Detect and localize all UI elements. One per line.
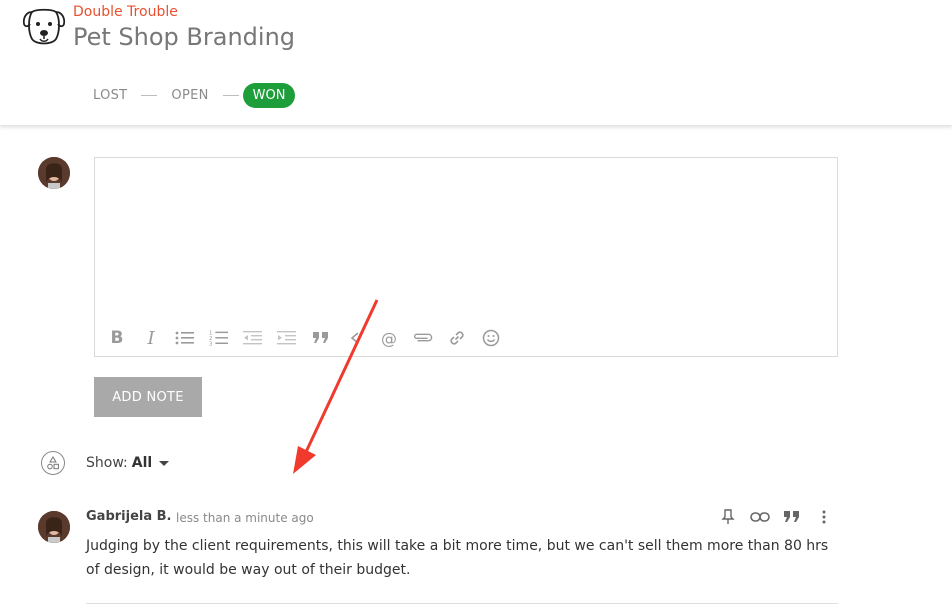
indent-icon[interactable]: [277, 328, 297, 348]
link-icon[interactable]: [750, 507, 770, 527]
link-icon[interactable]: [447, 328, 467, 348]
bold-icon[interactable]: B: [107, 328, 127, 348]
client-name-link[interactable]: Double Trouble: [73, 4, 178, 20]
stage-open[interactable]: OPEN: [171, 88, 208, 103]
quote-icon[interactable]: [782, 507, 802, 527]
user-photo-icon: [38, 511, 70, 543]
note-timestamp: less than a minute ago: [176, 511, 314, 525]
stage-won[interactable]: WON: [242, 82, 296, 108]
code-icon[interactable]: [345, 328, 365, 348]
stage-lost[interactable]: LOST: [93, 88, 127, 103]
deal-stage-selector: LOST OPEN WON: [93, 82, 296, 108]
stage-separator: [141, 94, 158, 96]
note-author: Gabrijela B.: [86, 509, 172, 524]
divider: [86, 603, 838, 604]
note-actions: [718, 507, 834, 527]
note-editor[interactable]: B I 123 @: [94, 157, 838, 357]
avatar: [38, 157, 70, 189]
emoji-icon[interactable]: [481, 328, 501, 348]
quote-icon[interactable]: [311, 328, 331, 348]
editor-toolbar: B I 123 @: [107, 328, 501, 349]
pin-icon[interactable]: [718, 507, 738, 527]
show-filter-dropdown[interactable]: Show: All: [86, 455, 170, 471]
activity-filter-icon[interactable]: [41, 451, 65, 475]
outdent-icon[interactable]: [243, 328, 263, 348]
dog-face-icon: [22, 8, 66, 45]
attachment-icon[interactable]: [413, 328, 433, 348]
mention-icon[interactable]: @: [379, 328, 399, 348]
show-filter-label: Show:: [86, 455, 128, 471]
show-filter-value: All: [131, 455, 153, 471]
user-photo-icon: [38, 157, 70, 189]
note-body: Judging by the client requirements, this…: [86, 538, 829, 578]
bullet-list-icon[interactable]: [175, 328, 195, 348]
svg-text:3: 3: [209, 341, 213, 347]
page-title: Pet Shop Branding: [73, 23, 296, 51]
italic-icon[interactable]: I: [141, 328, 161, 349]
numbered-list-icon[interactable]: 123: [209, 328, 229, 348]
avatar: [38, 511, 70, 543]
stage-separator: [222, 94, 239, 96]
add-note-button[interactable]: ADD NOTE: [94, 377, 202, 417]
chevron-down-icon: [159, 461, 170, 466]
deal-header: Double Trouble Pet Shop Branding LOST OP…: [0, 0, 952, 126]
more-icon[interactable]: [814, 507, 834, 527]
